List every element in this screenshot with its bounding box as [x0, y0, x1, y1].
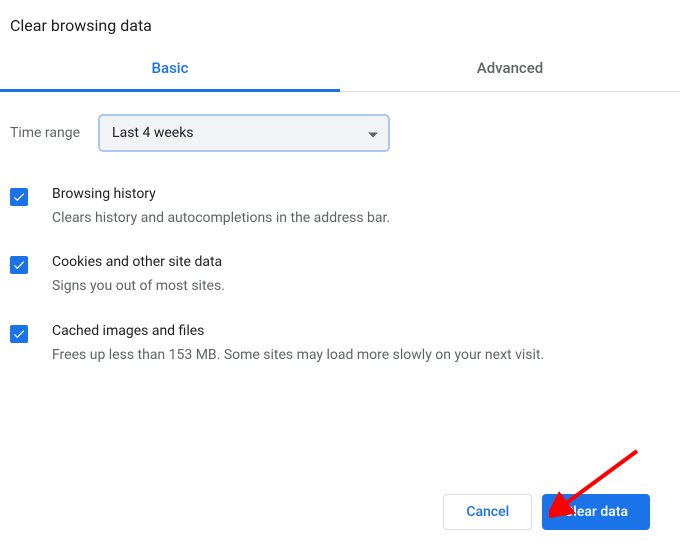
- option-text: Cookies and other site data Signs you ou…: [52, 254, 670, 296]
- time-range-row: Time range Last 4 weeks: [0, 92, 680, 160]
- option-cached: Cached images and files Frees up less th…: [10, 307, 670, 375]
- option-text: Cached images and files Frees up less th…: [52, 323, 670, 365]
- option-text: Browsing history Clears history and auto…: [52, 186, 670, 228]
- options-list: Browsing history Clears history and auto…: [0, 160, 680, 375]
- option-desc: Signs you out of most sites.: [52, 276, 670, 296]
- clear-data-button[interactable]: Clear data: [542, 494, 650, 530]
- check-icon: [12, 258, 26, 272]
- dialog-title: Clear browsing data: [0, 0, 680, 45]
- cancel-button[interactable]: Cancel: [443, 494, 532, 530]
- tab-basic[interactable]: Basic: [0, 45, 340, 92]
- time-range-select[interactable]: Last 4 weeks: [98, 114, 390, 152]
- option-cookies: Cookies and other site data Signs you ou…: [10, 238, 670, 306]
- option-title: Browsing history: [52, 186, 670, 202]
- option-browsing-history: Browsing history Clears history and auto…: [10, 170, 670, 238]
- time-range-label: Time range: [10, 125, 80, 141]
- checkbox-cached[interactable]: [10, 325, 28, 343]
- option-desc: Frees up less than 153 MB. Some sites ma…: [52, 345, 670, 365]
- dialog-footer: Cancel Clear data: [443, 494, 650, 530]
- option-title: Cached images and files: [52, 323, 670, 339]
- time-range-value[interactable]: Last 4 weeks: [98, 114, 390, 152]
- option-title: Cookies and other site data: [52, 254, 670, 270]
- check-icon: [12, 327, 26, 341]
- option-desc: Clears history and autocompletions in th…: [52, 208, 670, 228]
- checkbox-browsing-history[interactable]: [10, 188, 28, 206]
- tabs-bar: Basic Advanced: [0, 45, 680, 92]
- tab-advanced[interactable]: Advanced: [340, 45, 680, 91]
- check-icon: [12, 190, 26, 204]
- checkbox-cookies[interactable]: [10, 256, 28, 274]
